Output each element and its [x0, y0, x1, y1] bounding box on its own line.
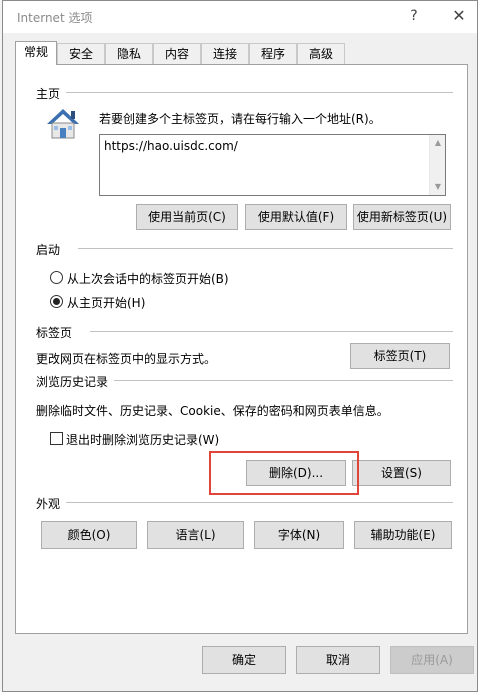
homepage-url-textarea[interactable]: https://hao.uisdc.com/ ▲ ▼: [99, 134, 446, 196]
use-default-button[interactable]: 使用默认值(F): [245, 204, 347, 230]
scroll-down-icon[interactable]: ▼: [430, 179, 446, 195]
section-divider: [66, 502, 453, 503]
section-startup-label: 启动: [36, 243, 61, 257]
section-tabs-label: 标签页: [36, 326, 73, 340]
internet-options-dialog: Internet 选项 ? ✕ 常规 安全 隐私 内容 连接 程序 高级 主页 …: [2, 0, 478, 692]
section-divider: [90, 331, 453, 332]
homepage-url-value: https://hao.uisdc.com/: [104, 139, 238, 153]
tab-privacy[interactable]: 隐私: [105, 43, 153, 65]
section-divider: [114, 380, 453, 381]
startup-homepage-radio[interactable]: [50, 295, 63, 308]
tabs-description: 更改网页在标签页中的显示方式。: [36, 352, 217, 366]
tab-content[interactable]: 内容: [153, 43, 201, 65]
delete-on-exit-label: 退出时删除浏览历史记录(W): [66, 433, 220, 447]
colors-button[interactable]: 颜色(O): [41, 521, 137, 549]
section-homepage-label: 主页: [36, 87, 61, 101]
section-divider: [78, 248, 453, 249]
tab-security[interactable]: 安全: [57, 43, 105, 65]
close-button[interactable]: ✕: [439, 1, 479, 31]
section-appearance-label: 外观: [36, 497, 61, 511]
tab-programs[interactable]: 程序: [249, 43, 297, 65]
use-new-tab-button[interactable]: 使用新标签页(U): [353, 204, 451, 230]
history-settings-button[interactable]: 设置(S): [352, 460, 451, 486]
house-icon: [47, 109, 79, 139]
cancel-button[interactable]: 取消: [296, 646, 380, 674]
delete-on-exit-checkbox[interactable]: [50, 432, 63, 445]
help-button[interactable]: ?: [394, 1, 434, 31]
section-history-label: 浏览历史记录: [36, 375, 109, 389]
accessibility-button[interactable]: 辅助功能(E): [354, 521, 452, 549]
tab-general[interactable]: 常规: [15, 41, 57, 65]
section-divider: [66, 92, 453, 93]
use-current-button[interactable]: 使用当前页(C): [136, 204, 238, 230]
ok-button[interactable]: 确定: [202, 646, 286, 674]
tabs-settings-button[interactable]: 标签页(T): [350, 343, 450, 369]
general-tab-panel: 主页 若要创建多个主标签页，请在每行输入一个地址(R)。 https://hao…: [15, 64, 468, 634]
homepage-instruction: 若要创建多个主标签页，请在每行输入一个地址(R)。: [99, 112, 381, 126]
startup-last-session-label: 从上次会话中的标签页开始(B): [67, 272, 229, 286]
startup-homepage-label: 从主页开始(H): [67, 296, 146, 310]
history-description: 删除临时文件、历史记录、Cookie、保存的密码和网页表单信息。: [36, 404, 389, 418]
title-bar[interactable]: Internet 选项 ? ✕: [3, 1, 477, 33]
apply-button[interactable]: 应用(A): [390, 646, 474, 674]
tab-advanced[interactable]: 高级: [297, 43, 345, 65]
highlight-annotation-box: [209, 451, 359, 495]
scroll-up-icon[interactable]: ▲: [430, 135, 446, 151]
languages-button[interactable]: 语言(L): [147, 521, 244, 549]
textarea-scrollbar[interactable]: ▲ ▼: [429, 135, 445, 195]
fonts-button[interactable]: 字体(N): [254, 521, 344, 549]
startup-last-session-radio[interactable]: [50, 271, 63, 284]
window-title: Internet 选项: [17, 11, 93, 25]
tab-connections[interactable]: 连接: [201, 43, 249, 65]
